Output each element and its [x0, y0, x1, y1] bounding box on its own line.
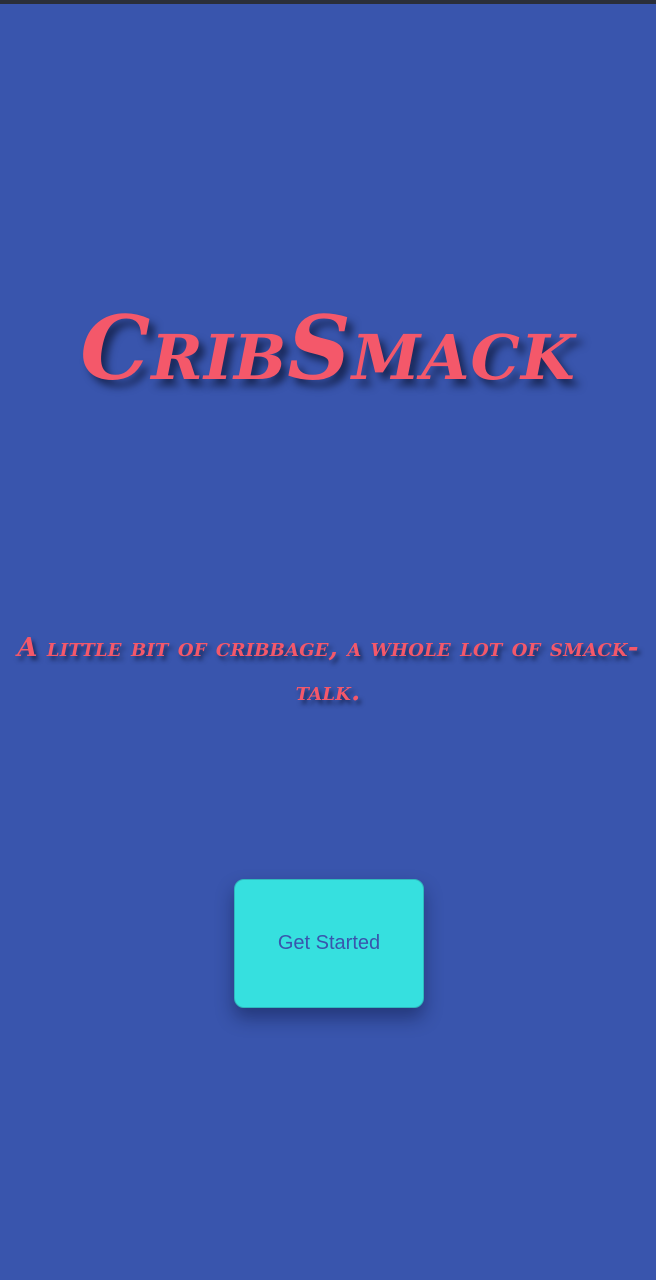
- app-title: CribSmack: [80, 296, 576, 400]
- app-tagline: A little bit of cribbage, a whole lot of…: [17, 633, 639, 707]
- get-started-button[interactable]: Get Started: [234, 879, 424, 1008]
- landing-screen: CribSmack A little bit of cribbage, a wh…: [0, 4, 656, 1280]
